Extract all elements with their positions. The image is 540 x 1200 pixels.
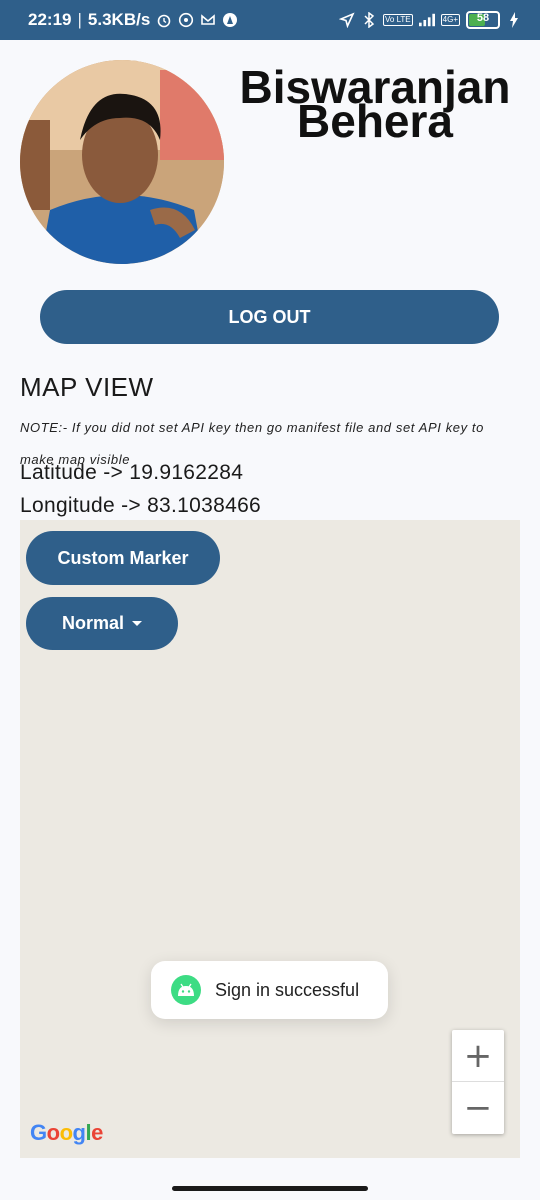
map-type-dropdown[interactable]: Normal	[26, 597, 178, 650]
network-badge: 4G+	[440, 14, 460, 26]
status-separator: |	[77, 10, 82, 29]
longitude-text: Longitude -> 83.1038466	[20, 494, 262, 517]
google-letter: G	[30, 1120, 47, 1145]
navigation-handle[interactable]	[172, 1186, 368, 1191]
android-icon	[171, 975, 201, 1005]
logout-button[interactable]: LOG OUT	[40, 290, 499, 344]
latitude-text: Latitude -> 19.9162284	[20, 461, 244, 484]
custom-marker-label: Custom Marker	[57, 547, 189, 568]
caret-down-icon	[132, 621, 142, 626]
gmail-icon	[200, 12, 216, 28]
volte-badge: Vo LTE	[383, 14, 413, 26]
alarm-icon	[156, 12, 172, 28]
signal-icon	[418, 12, 435, 28]
map-view-title: MAP VIEW	[20, 372, 154, 402]
charging-icon	[506, 12, 522, 28]
app-icon	[222, 12, 238, 28]
avatar	[20, 60, 224, 264]
toast: Sign in successful	[151, 961, 388, 1019]
google-letter: o	[59, 1120, 73, 1145]
whatsapp-icon	[178, 12, 194, 28]
google-letter: o	[46, 1120, 60, 1145]
zoom-in-button[interactable]: +	[452, 1030, 504, 1082]
zoom-controls: + −	[452, 1030, 504, 1134]
zoom-out-button[interactable]: −	[452, 1082, 504, 1134]
battery-level: 58	[476, 12, 490, 24]
map-view[interactable]: Custom Marker Normal Sign in successful …	[20, 520, 520, 1158]
user-name: Biswaranjan Behera	[239, 61, 511, 147]
avatar-photo	[20, 60, 224, 264]
map-type-value: Normal	[61, 613, 124, 633]
status-speed: 5.3KB/s	[87, 10, 151, 29]
toast-message: Sign in successful	[215, 979, 360, 1000]
location-icon	[339, 12, 355, 28]
google-logo: Google	[30, 1120, 103, 1146]
bluetooth-icon	[361, 12, 377, 28]
status-bar: 22:19 | 5.3KB/s Vo LTE 4G+ 58	[0, 0, 540, 40]
google-letter: e	[91, 1120, 103, 1145]
custom-marker-button[interactable]: Custom Marker	[26, 531, 220, 585]
battery-icon: 58	[466, 11, 500, 29]
status-time: 22:19	[28, 10, 72, 29]
google-letter: g	[72, 1120, 86, 1145]
